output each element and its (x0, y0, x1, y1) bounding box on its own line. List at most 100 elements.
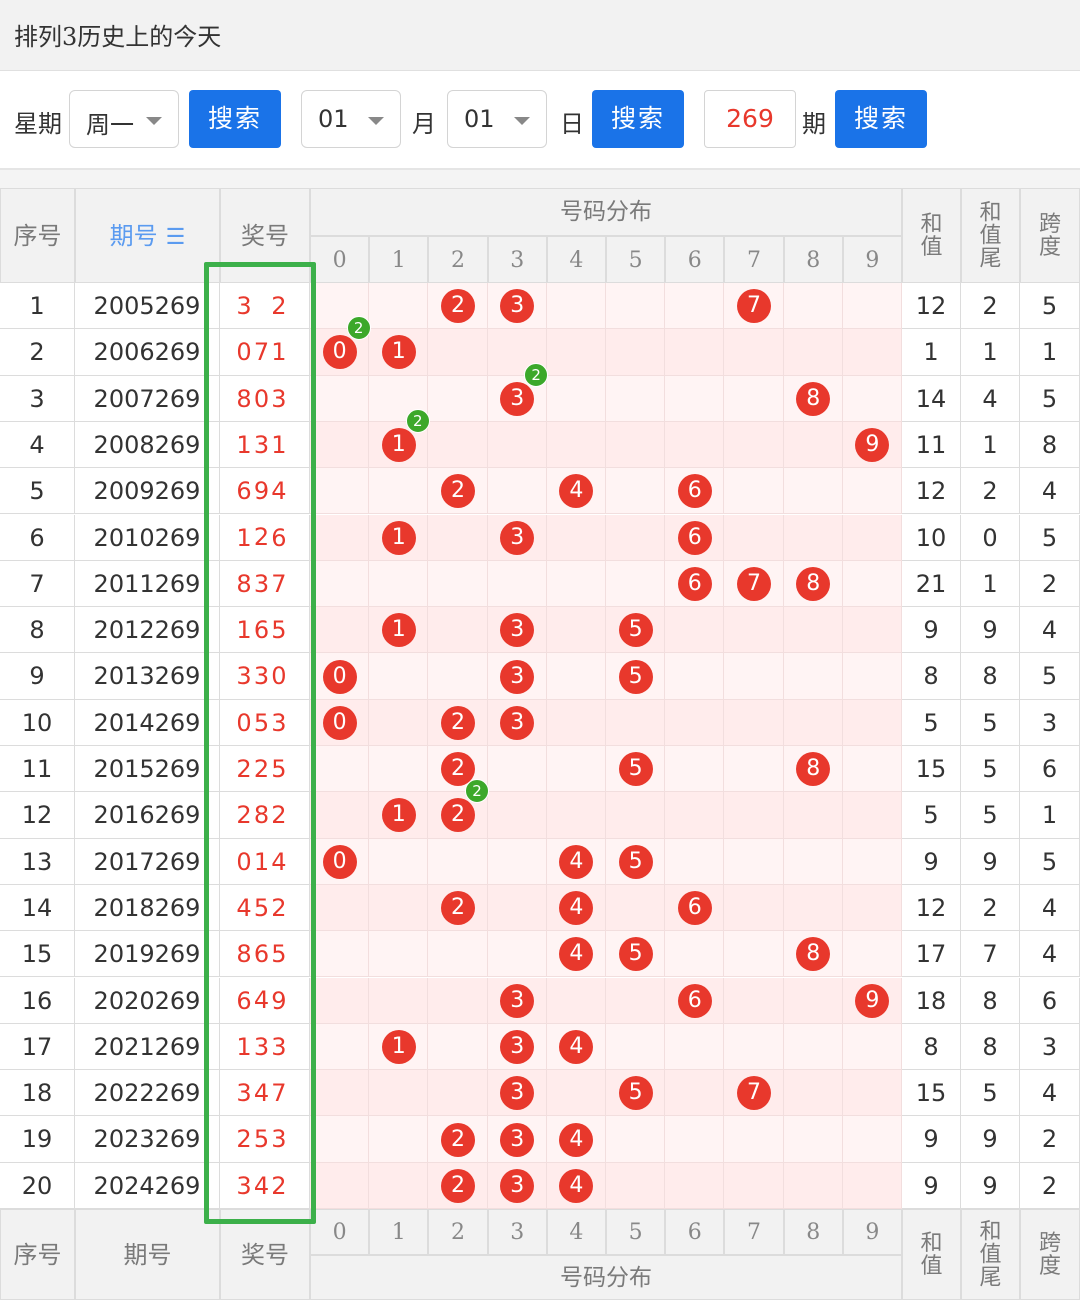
distribution-cell (546, 699, 606, 746)
distribution-cell (665, 792, 725, 839)
row-span: 5 (1020, 514, 1080, 561)
distribution-cell (606, 1162, 666, 1209)
number-ball: 6 (677, 983, 712, 1018)
distribution-cell (724, 792, 784, 839)
sort-icon[interactable]: ☰ (166, 190, 186, 285)
row-sum-tail: 5 (961, 792, 1020, 839)
row-span: 5 (1020, 838, 1080, 885)
distribution-cell (665, 421, 725, 469)
row-prize: 1 6 3 (220, 514, 310, 598)
row-prize: 1 1 9 (220, 421, 310, 505)
distribution-cell (665, 375, 725, 422)
distribution-cell (842, 1162, 902, 1209)
row-sum: 1 (902, 329, 961, 376)
distribution-cell (724, 468, 784, 515)
header-digit-4: 4 (546, 235, 606, 283)
distribution-cell (665, 746, 725, 793)
row-span: 8 (1020, 421, 1080, 469)
distribution-cell (369, 699, 429, 746)
row-sum: 5 (902, 699, 961, 746)
row-issue: 2020269 (75, 977, 220, 1024)
row-sum-tail: 5 (961, 746, 1020, 793)
footer-digit-2: 2 (428, 1209, 488, 1255)
distribution-cell (546, 375, 606, 422)
distribution-cell (369, 283, 429, 330)
row-issue: 2016269 (75, 792, 220, 839)
distribution-cell (783, 977, 843, 1024)
row-sum-tail: 8 (961, 977, 1020, 1024)
row-prize: 8 3 3 (220, 375, 310, 459)
distribution-cell (487, 746, 547, 793)
vertical-label: 跨 度 (1038, 1230, 1061, 1279)
distribution-cell (428, 329, 488, 376)
footer-digit-3: 3 (487, 1209, 547, 1255)
row-sum: 9 (902, 607, 961, 654)
number-ball: 2 (441, 1122, 475, 1157)
row-sum: 12 (902, 468, 961, 515)
row-index: 2 (0, 329, 75, 376)
row-issue: 2024269 (75, 1162, 220, 1209)
row-sum: 12 (902, 283, 961, 330)
footer-sum: 和 值 (902, 1209, 961, 1300)
distribution-cell (546, 1070, 606, 1117)
footer-digit-7: 7 (724, 1209, 784, 1255)
footer-prize: 奖号 (220, 1209, 310, 1300)
distribution-cell (606, 1116, 666, 1163)
distribution-cell (783, 1023, 843, 1071)
number-ball: 4 (559, 844, 594, 879)
distribution-cell (842, 283, 902, 330)
number-ball: 3 (500, 1122, 535, 1157)
number-ball: 0 (322, 335, 357, 370)
distribution-cell (783, 329, 843, 376)
row-index: 13 (0, 838, 75, 885)
row-sum-tail: 5 (961, 1070, 1020, 1117)
distribution-cell (487, 792, 547, 839)
distribution-cell (724, 653, 784, 700)
row-sum-tail: 5 (961, 699, 1020, 746)
distribution-cell (546, 560, 606, 608)
number-ball: 6 (677, 520, 712, 555)
row-issue: 2013269 (75, 653, 220, 700)
footer-distribution: 号码分布 (310, 1254, 902, 1300)
distribution-cell (369, 884, 429, 932)
row-span: 4 (1020, 884, 1080, 932)
distribution-cell (428, 977, 488, 1024)
row-prize: 0 1 0 (220, 329, 310, 413)
repeat-count-badge: 2 (346, 316, 371, 341)
vertical-label: 和 值 尾 (979, 200, 1002, 271)
number-ball: 1 (381, 335, 416, 370)
footer-digit-8: 8 (783, 1209, 843, 1255)
row-sum: 21 (902, 560, 961, 608)
footer-index: 序号 (0, 1209, 75, 1300)
footer-issue: 期号 (75, 1209, 220, 1300)
header-issue[interactable]: 期号 ☰ (75, 188, 220, 283)
distribution-cell (606, 560, 666, 608)
row-span: 1 (1020, 329, 1080, 376)
footer-sum-tail: 和 值 尾 (961, 1209, 1020, 1300)
number-ball: 9 (855, 983, 890, 1018)
row-index: 17 (0, 1023, 75, 1071)
row-span: 2 (1020, 1116, 1080, 1163)
row-issue: 2009269 (75, 468, 220, 515)
row-sum-tail: 2 (961, 283, 1020, 330)
row-index: 15 (0, 931, 75, 978)
distribution-cell (724, 607, 784, 654)
row-prize: 8 7 6 (220, 560, 310, 644)
distribution-cell (546, 746, 606, 793)
header-span: 跨 度 (1020, 188, 1080, 283)
distribution-cell (783, 838, 843, 885)
row-sum-tail: 8 (961, 653, 1020, 700)
footer-digit-5: 5 (606, 1209, 666, 1255)
number-ball: 2 (441, 1168, 475, 1203)
header-digit-7: 7 (724, 235, 784, 283)
row-sum: 8 (902, 1023, 961, 1071)
row-span: 6 (1020, 977, 1080, 1024)
distribution-cell (606, 514, 666, 561)
number-ball: 5 (618, 1076, 653, 1111)
row-prize: 2 3 4 (220, 1116, 310, 1200)
distribution-cell (665, 283, 725, 330)
distribution-cell (369, 560, 429, 608)
row-sum: 9 (902, 838, 961, 885)
distribution-cell (428, 1070, 488, 1117)
distribution-cell (546, 607, 606, 654)
